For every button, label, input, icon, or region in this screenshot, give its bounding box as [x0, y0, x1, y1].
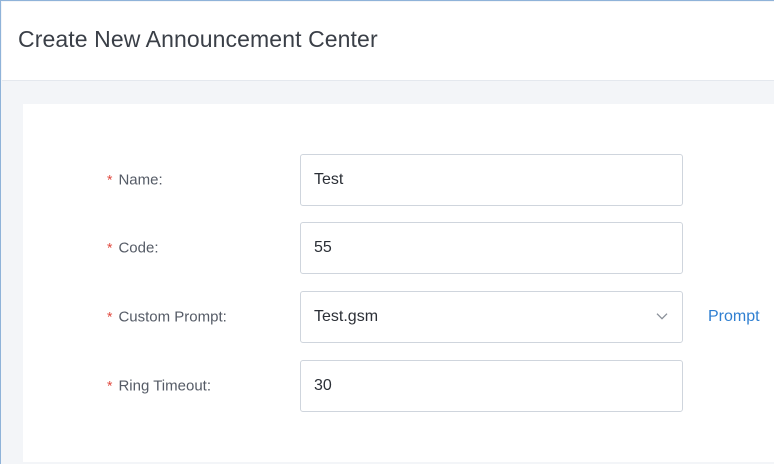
name-input[interactable] — [300, 154, 683, 206]
custom-prompt-label: * Custom Prompt: — [107, 309, 227, 326]
name-label-text: Name: — [118, 171, 163, 189]
ring-timeout-input[interactable] — [300, 360, 683, 412]
required-marker: * — [107, 308, 113, 325]
name-row: * Name: — [23, 154, 774, 206]
custom-prompt-row: * Custom Prompt: Test.gsm Prompt — [23, 291, 774, 343]
code-label-text: Code: — [118, 239, 159, 257]
dialog-header: Create New Announcement Center — [2, 2, 774, 81]
ring-timeout-label-text: Ring Timeout: — [118, 377, 211, 395]
code-row: * Code: — [23, 222, 774, 274]
custom-prompt-select[interactable]: Test.gsm — [300, 291, 683, 343]
custom-prompt-selected-value: Test.gsm — [314, 308, 379, 325]
form-panel: * Name: * Code: * Custom Prompt: Test.gsm P… — [23, 104, 774, 462]
ring-timeout-label: * Ring Timeout: — [107, 378, 211, 395]
required-marker: * — [107, 239, 113, 256]
page-title: Create New Announcement Center — [18, 26, 378, 52]
chevron-down-icon — [656, 313, 668, 320]
custom-prompt-label-text: Custom Prompt: — [118, 308, 227, 326]
ring-timeout-row: * Ring Timeout: — [23, 360, 774, 412]
code-input[interactable] — [300, 222, 683, 274]
required-marker: * — [107, 377, 113, 394]
required-marker: * — [107, 171, 113, 188]
code-label: * Code: — [107, 240, 158, 257]
prompt-link[interactable]: Prompt — [708, 308, 760, 326]
name-label: * Name: — [107, 172, 163, 189]
announcement-center-dialog: Create New Announcement Center * Name: * C… — [0, 0, 774, 464]
